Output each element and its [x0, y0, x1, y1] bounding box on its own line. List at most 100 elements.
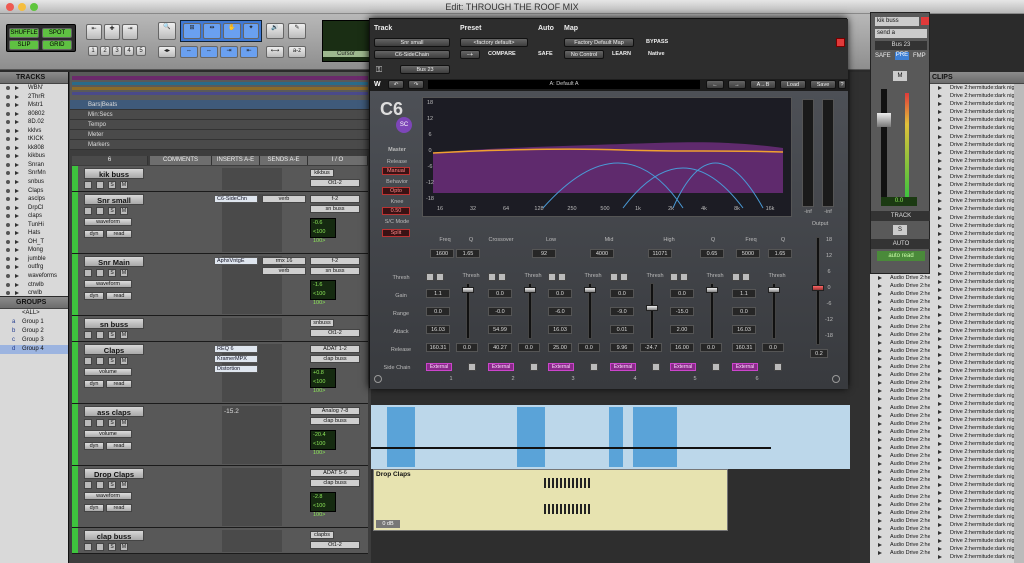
clip-item[interactable]: Audio Drive 2:hermitude:dark — [870, 282, 930, 290]
track-expand-icon[interactable] — [15, 274, 19, 279]
band-thresh-value[interactable]: 0.0 — [762, 343, 784, 352]
track-list-item[interactable]: kikbus — [0, 152, 68, 161]
send-output[interactable]: Bus 23 — [875, 41, 927, 50]
clip-item[interactable]: Audio Drive 2:hermitude:dark — [870, 436, 930, 444]
input-monitor-button[interactable] — [96, 481, 104, 489]
record-enable-button[interactable] — [84, 419, 92, 427]
volume-pan-display[interactable]: +0.8 <100 100> — [310, 368, 336, 394]
solo-button[interactable]: S — [108, 269, 116, 277]
insert-slot[interactable]: KramerMPX — [214, 355, 258, 363]
clip-expand-icon[interactable] — [938, 223, 942, 228]
clip-item[interactable]: Audio Drive 2:hermitude:dark — [870, 501, 930, 509]
track-list-item[interactable]: waveforms — [0, 272, 68, 281]
clip-item[interactable]: Drive 2:hermitude:dark night swe — [930, 359, 1024, 367]
band-attack[interactable]: 2.00 — [670, 325, 694, 334]
clip-item[interactable]: Drive 2:hermitude:dark night swe — [930, 432, 1024, 440]
clip-expand-icon[interactable] — [938, 247, 942, 252]
tab-to-transient-icon[interactable]: ⇤ — [240, 46, 258, 58]
clip-expand-icon[interactable] — [938, 450, 942, 455]
zoom-preset-1[interactable]: 1 — [88, 46, 98, 56]
track-expand-icon[interactable] — [15, 120, 19, 125]
clip-expand-icon[interactable] — [938, 539, 942, 544]
eq-value[interactable]: 1.65 — [456, 249, 480, 258]
trim-tool-icon[interactable]: ⊞ — [183, 23, 201, 39]
band-sidechain-external[interactable]: External — [610, 363, 636, 371]
mixer-close-icon[interactable] — [921, 17, 929, 25]
track-list-item[interactable]: jumble — [0, 255, 68, 264]
volume-pan-display[interactable]: -0.6 <100 100> — [310, 218, 336, 244]
insert-slot[interactable]: AphxVntgE — [214, 257, 258, 265]
clip-expand-icon[interactable] — [938, 442, 942, 447]
volume-pan-display[interactable]: -2.8 <100 100> — [310, 492, 336, 518]
solo-button[interactable]: S — [108, 357, 116, 365]
clip-item[interactable]: Audio Drive 2:hermitude:dark — [870, 339, 930, 347]
grabber-tool-icon[interactable]: ✋ — [223, 23, 241, 39]
release-mode-selector[interactable]: Manual — [382, 167, 410, 175]
clip-expand-icon[interactable] — [938, 336, 942, 341]
io-selector[interactable]: Analog 7-8 — [310, 407, 360, 415]
knee-value[interactable]: 0.50 — [382, 207, 410, 215]
io-selector[interactable]: ADAT 1-2 — [310, 345, 360, 353]
clip-expand-icon[interactable] — [938, 183, 942, 188]
clip-item[interactable]: Drive 2:hermitude:dark night swe — [930, 319, 1024, 327]
sidechain-key-icon[interactable] — [530, 363, 538, 371]
clip-expand-icon[interactable] — [878, 454, 882, 459]
mute-button[interactable]: M — [120, 357, 128, 365]
clip-expand-icon[interactable] — [938, 417, 942, 422]
band-gain[interactable]: 1.1 — [426, 289, 450, 298]
input-monitor-button[interactable] — [96, 419, 104, 427]
clip-item[interactable]: Audio Drive 2:hermitude:dark — [870, 444, 930, 452]
track-list-item[interactable]: TunHi — [0, 221, 68, 230]
io-selector[interactable]: clap buss — [310, 479, 360, 487]
clip-expand-icon[interactable] — [938, 514, 942, 519]
track-expand-icon[interactable] — [15, 256, 19, 261]
band-release[interactable]: 25.00 — [548, 343, 572, 352]
clip-item[interactable]: Drive 2:hermitude:dark night swe — [930, 238, 1024, 246]
clip-expand-icon[interactable] — [938, 474, 942, 479]
clip-expand-icon[interactable] — [938, 377, 942, 382]
track-show-dot[interactable] — [6, 180, 10, 185]
clip-expand-icon[interactable] — [878, 502, 882, 507]
track-list-item[interactable]: Mong — [0, 246, 68, 255]
io-selector[interactable]: kikbus — [310, 169, 334, 177]
track-show-dot[interactable] — [6, 231, 10, 236]
track-list-item[interactable]: Claps — [0, 187, 68, 196]
pencil-tool-icon[interactable]: ✎ — [288, 23, 306, 39]
sidechain-input-selector[interactable]: Bus 23 — [400, 65, 450, 74]
clip-expand-icon[interactable] — [938, 215, 942, 220]
clip-expand-icon[interactable] — [878, 332, 882, 337]
clip-item[interactable]: Drive 2:hermitude:dark night swe — [930, 311, 1024, 319]
no-control-selector[interactable]: No Control — [564, 50, 604, 59]
playlist-button[interactable]: dyn — [84, 504, 104, 512]
insert-slot[interactable]: Distortion — [214, 365, 258, 373]
band-bypass-icon[interactable] — [680, 273, 688, 281]
clip-item[interactable]: Drive 2:hermitude:dark night swe — [930, 424, 1024, 432]
io-selector[interactable]: clapbs — [310, 531, 334, 539]
clip-expand-icon[interactable] — [878, 365, 882, 370]
track-list-item[interactable]: ctrwlb — [0, 281, 68, 290]
tracks-panel-title[interactable]: TRACKS — [0, 72, 68, 84]
io-selector[interactable]: f-2 — [310, 195, 360, 203]
keyboard-focus-icon[interactable]: a-z — [288, 46, 306, 58]
clip-item[interactable]: Audio Drive 2:hermitude:dark — [870, 525, 930, 533]
clip-expand-icon[interactable] — [938, 191, 942, 196]
track-show-dot[interactable] — [6, 248, 10, 253]
track-view-selector[interactable]: volume — [84, 430, 132, 438]
track-list-item[interactable]: 2ThrR — [0, 93, 68, 102]
clip-expand-icon[interactable] — [878, 429, 882, 434]
mute-button[interactable]: M — [120, 543, 128, 551]
send-pre-button[interactable]: PRE — [895, 52, 909, 60]
eq-value[interactable]: 1.65 — [768, 249, 792, 258]
playlist-button[interactable]: dyn — [84, 230, 104, 238]
selector-tool-icon[interactable]: ⇹ — [203, 23, 221, 39]
clip-expand-icon[interactable] — [938, 425, 942, 430]
zoom-preset-3[interactable]: 3 — [112, 46, 122, 56]
clip-expand-icon[interactable] — [878, 543, 882, 548]
minimize-window-button[interactable] — [18, 3, 26, 11]
band-attack[interactable]: 0.01 — [610, 325, 634, 334]
solo-button[interactable]: S — [108, 481, 116, 489]
preset-prev-next[interactable]: −+ — [460, 50, 480, 59]
eq-value[interactable]: 1600 — [430, 249, 454, 258]
band-release[interactable]: 9.96 — [610, 343, 634, 352]
clip-item[interactable]: Drive 2:hermitude:dark night swe — [930, 537, 1024, 545]
